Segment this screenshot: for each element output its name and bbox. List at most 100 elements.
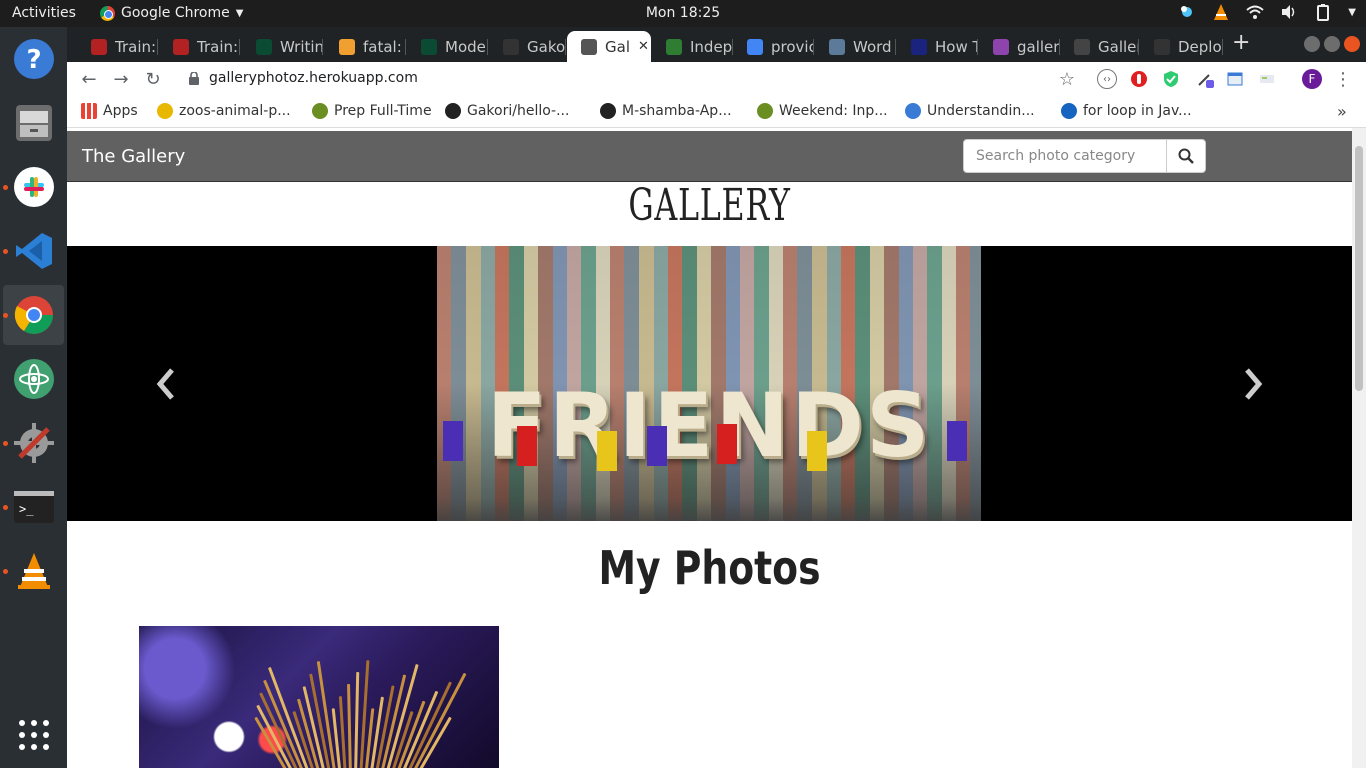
bookmark-star-icon[interactable]: ☆ [1057, 69, 1077, 90]
tab-extension-icon[interactable] [1257, 69, 1277, 89]
bookmarks-overflow-button[interactable]: » [1337, 102, 1347, 121]
figure-blue-right [947, 421, 967, 461]
running-indicator [3, 185, 8, 190]
photo-card-image[interactable] [139, 626, 499, 768]
running-indicator [3, 569, 8, 574]
close-tab-icon[interactable]: ✕ [638, 39, 649, 54]
tab-separator [157, 39, 158, 55]
profile-avatar[interactable]: F [1302, 69, 1322, 89]
new-tab-button[interactable]: + [1232, 30, 1250, 55]
reload-icon[interactable]: ↻ [143, 69, 163, 90]
show-applications-button[interactable] [3, 705, 64, 765]
maximize-button[interactable] [1324, 36, 1340, 52]
scrollbar-thumb[interactable] [1355, 146, 1363, 391]
figure-blue-left [443, 421, 463, 461]
dock-files[interactable] [3, 93, 64, 153]
chevron-down-icon[interactable]: ▼ [1348, 7, 1356, 18]
tab-label: galler [1017, 37, 1059, 56]
browser-tab[interactable]: Writin [242, 31, 322, 62]
browser-tab[interactable]: Mode [407, 31, 487, 62]
chrome-icon [14, 296, 53, 334]
dock-atom[interactable] [3, 349, 64, 409]
figure-yellow [597, 431, 617, 471]
shield-extension-icon[interactable] [1161, 69, 1181, 89]
paint-brush [347, 683, 352, 768]
bookmark-item[interactable]: M-shamba-Ap... [600, 103, 732, 119]
lock-icon [189, 72, 199, 85]
bookmark-item[interactable]: Understandin... [905, 103, 1035, 119]
browser-tab[interactable]: Train: [77, 31, 157, 62]
browser-tab[interactable]: Deplo [1140, 31, 1222, 62]
browser-toolbar: ← → ↻ galleryphotoz.herokuapp.com ☆ ‹› F… [67, 62, 1366, 96]
file-cabinet-icon [15, 105, 52, 141]
tab-favicon-icon [91, 38, 107, 55]
bookmark-item[interactable]: zoos-animal-p... [157, 103, 291, 119]
site-brand[interactable]: The Gallery [82, 146, 185, 167]
chevron-down-icon: ▼ [235, 7, 244, 19]
page-scrollbar[interactable] [1352, 128, 1366, 768]
menu-kebab-icon[interactable]: ⋮ [1333, 69, 1353, 90]
dock-vscode[interactable] [3, 221, 64, 281]
battery-icon[interactable] [1314, 3, 1332, 21]
help-icon: ? [13, 39, 54, 79]
search-input[interactable] [963, 139, 1167, 173]
page-title: GALLERY [628, 180, 791, 231]
browser-tab[interactable]: galler [979, 31, 1059, 62]
window-extension-icon[interactable] [1225, 69, 1245, 89]
search-button[interactable] [1166, 139, 1206, 173]
forward-arrow-icon[interactable]: → [111, 69, 131, 90]
browser-tab[interactable]: fatal: [325, 31, 405, 62]
tab-label: Word [853, 37, 892, 56]
clock[interactable]: Mon 18:25 [646, 5, 720, 21]
volume-icon[interactable] [1280, 3, 1298, 21]
bookmark-item[interactable]: for loop in Jav... [1061, 103, 1192, 119]
bookmark-favicon-icon [757, 103, 773, 119]
tab-separator [977, 39, 978, 55]
dock-slack[interactable] [3, 157, 64, 217]
apps-shortcut[interactable]: Apps [81, 103, 138, 119]
close-window-button[interactable] [1344, 36, 1360, 52]
site-navbar: The Gallery [67, 131, 1352, 182]
carousel-next-arrow-icon[interactable] [1237, 364, 1267, 404]
bookmark-label: Gakori/hello-... [467, 103, 570, 119]
browser-tab[interactable]: Train: [159, 31, 239, 62]
tab-favicon-icon [829, 38, 845, 55]
app-menu[interactable]: Google Chrome ▼ [100, 5, 243, 21]
browser-tab[interactable]: Gal ✕ [567, 31, 651, 62]
tab-separator [239, 39, 240, 55]
browser-tab[interactable]: Galler [1060, 31, 1138, 62]
bookmark-favicon-icon [445, 103, 461, 119]
system-tray[interactable]: ▼ [1178, 3, 1356, 21]
color-picker-extension-icon[interactable] [1195, 69, 1215, 89]
bookmark-item[interactable]: Gakori/hello-... [445, 103, 569, 119]
extension-icon[interactable]: ‹› [1097, 69, 1117, 89]
back-arrow-icon[interactable]: ← [79, 69, 99, 90]
dock-help[interactable]: ? [3, 29, 64, 89]
weather-icon[interactable] [1178, 3, 1196, 21]
activities-button[interactable]: Activities [12, 5, 76, 21]
web-page: The Gallery GALLERY FRIENDS My Photos [67, 128, 1352, 768]
carousel-slide-image: FRIENDS [437, 246, 981, 521]
tab-label: Galler [1098, 37, 1138, 56]
dock-chrome[interactable] [3, 285, 64, 345]
grid-icon [18, 720, 49, 750]
dock-terminal[interactable]: >_ [3, 477, 64, 537]
running-indicator [3, 249, 8, 254]
bookmark-item[interactable]: Weekend: Inp... [757, 103, 888, 119]
minimize-button[interactable] [1304, 36, 1320, 52]
browser-tab[interactable]: Indep [652, 31, 732, 62]
carousel-prev-arrow-icon[interactable] [152, 364, 182, 404]
adblock-extension-icon[interactable] [1129, 69, 1149, 89]
vlc-tray-icon[interactable] [1212, 3, 1230, 21]
svg-text:>_: >_ [19, 502, 34, 516]
wifi-icon[interactable] [1246, 3, 1264, 21]
dock-preferences[interactable] [3, 413, 64, 473]
bookmark-item[interactable]: Prep Full-Time [312, 103, 432, 119]
dock-vlc[interactable] [3, 541, 64, 601]
browser-tab[interactable]: How T [897, 31, 977, 62]
browser-tab[interactable]: provic [733, 31, 813, 62]
browser-tab[interactable]: Word [815, 31, 895, 62]
browser-tab[interactable]: Gakor [489, 31, 565, 62]
terminal-icon: >_ [13, 491, 54, 523]
vscode-icon [15, 233, 52, 269]
